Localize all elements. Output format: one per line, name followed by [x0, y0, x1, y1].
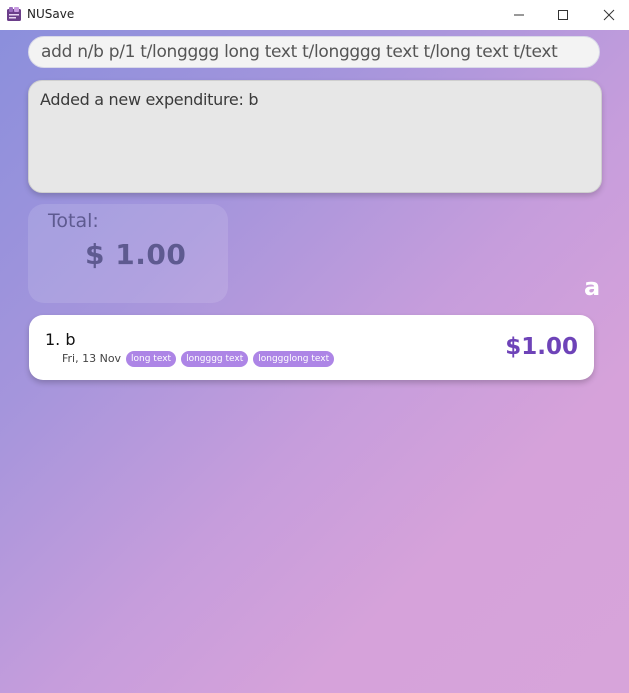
expenditure-card[interactable]: 1. b Fri, 13 Nov long text longggg text … [29, 315, 594, 380]
expenditure-tags: long text longggg text longgglong text [126, 351, 335, 367]
tag-badge: long text [126, 351, 177, 367]
total-label: Total: [48, 210, 99, 232]
tag-badge: longggg text [181, 351, 249, 367]
total-card: Total: $ 1.00 [28, 204, 228, 303]
command-box[interactable] [28, 36, 600, 68]
maximize-icon [558, 10, 568, 20]
budget-name: a [584, 273, 601, 301]
total-value: $ 1.00 [85, 238, 187, 271]
minimize-button[interactable] [496, 0, 542, 30]
close-button[interactable] [586, 0, 629, 30]
nusave-app-icon [7, 7, 21, 21]
expenditure-title: 1. b [45, 330, 76, 349]
minimize-icon [514, 14, 524, 16]
window-title: NUSave [27, 7, 75, 21]
title-bar: NUSave [0, 0, 629, 30]
result-display: Added a new expenditure: b [28, 80, 602, 193]
app-window: NUSave Added a new expenditure: b Tota [0, 0, 629, 693]
maximize-button[interactable] [540, 0, 586, 30]
command-input[interactable] [41, 42, 587, 62]
expenditure-date: Fri, 13 Nov [62, 352, 122, 365]
tag-badge: longgglong text [253, 351, 335, 367]
expenditure-amount: $1.00 [505, 334, 578, 360]
main-content: Added a new expenditure: b Total: $ 1.00… [0, 30, 629, 693]
close-icon [603, 9, 615, 21]
result-text: Added a new expenditure: b [40, 90, 259, 109]
